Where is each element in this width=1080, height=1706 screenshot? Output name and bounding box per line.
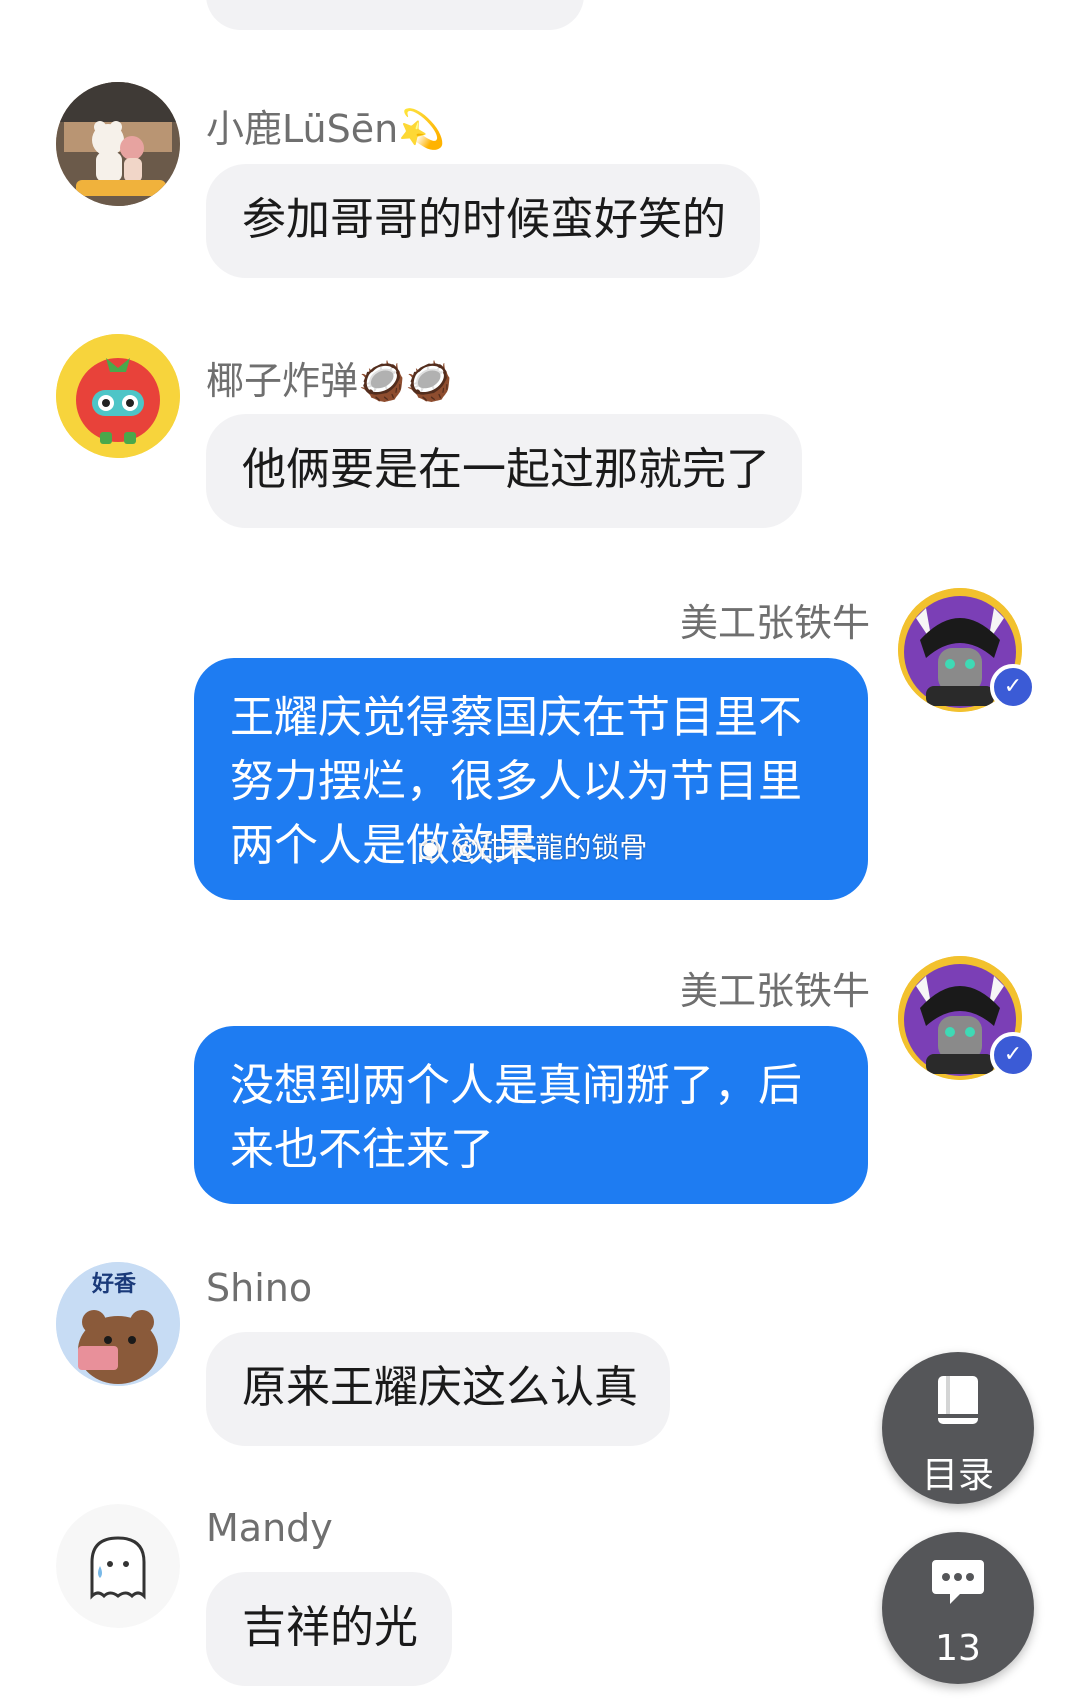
message-text: 他俩要是在一起过那就完了	[242, 444, 770, 495]
user-avatar[interactable]	[56, 334, 180, 458]
watermark: ◉ @甜芒龍的锁骨	[418, 831, 648, 864]
comment-count: 13	[935, 1628, 981, 1669]
book-icon	[938, 1376, 978, 1424]
verified-badge-icon: ✓	[990, 664, 1036, 710]
message-bubble[interactable]: 吉祥的光	[206, 1572, 452, 1686]
sender-name: 美工张铁牛	[679, 969, 870, 1013]
table-of-contents-button[interactable]: 目录	[882, 1352, 1034, 1504]
message-line: 王耀庆觉得蔡国庆在节目里不	[230, 692, 802, 743]
comment-bubble-icon	[932, 1560, 984, 1604]
photo-avatar-icon	[56, 82, 180, 206]
sender-name: Mandy	[206, 1506, 333, 1550]
message-bubble[interactable]: 原来王耀庆这么认真	[206, 1332, 670, 1446]
user-avatar[interactable]	[56, 82, 180, 206]
user-avatar[interactable]	[56, 1504, 180, 1628]
message-text: 吉祥的光	[242, 1602, 418, 1653]
sparkle-emoji: 💫	[398, 107, 446, 151]
message-text: 参加哥哥的时候蛮好笑的	[242, 194, 726, 245]
message-bubble[interactable]: 参加哥哥的时候蛮好笑的	[206, 164, 760, 278]
toc-label: 目录	[921, 1455, 994, 1496]
tomato-avatar-icon	[56, 334, 180, 458]
sender-name: 椰子炸弹🥥🥥	[206, 359, 453, 403]
sender-name: Shino	[206, 1266, 313, 1310]
message-line: 没想到两个人是真闹掰了，后	[230, 1060, 802, 1111]
coconut-emoji: 🥥🥥	[358, 359, 453, 403]
verified-badge-icon: ✓	[990, 1032, 1036, 1078]
sender-name: 美工张铁牛	[679, 601, 870, 645]
weibo-icon: ◉	[418, 831, 443, 864]
sender-name: 小鹿LüSēn💫	[206, 107, 446, 151]
ghost-avatar-icon	[56, 1504, 180, 1628]
message-line: 努力摆烂，很多人以为节目里	[230, 756, 802, 807]
message-text: 原来王耀庆这么认真	[242, 1362, 638, 1413]
message-bubble[interactable]: 他俩要是在一起过那就完了	[206, 414, 802, 528]
user-avatar[interactable]: 好香	[56, 1262, 180, 1386]
comments-button[interactable]: 13	[882, 1532, 1034, 1684]
message-bubble[interactable]: 没想到两个人是真闹掰了，后 来也不往来了	[194, 1026, 868, 1204]
previous-message-bubble	[206, 0, 584, 30]
message-line: 来也不往来了	[230, 1124, 494, 1175]
avatar-caption: 好香	[92, 1272, 137, 1297]
